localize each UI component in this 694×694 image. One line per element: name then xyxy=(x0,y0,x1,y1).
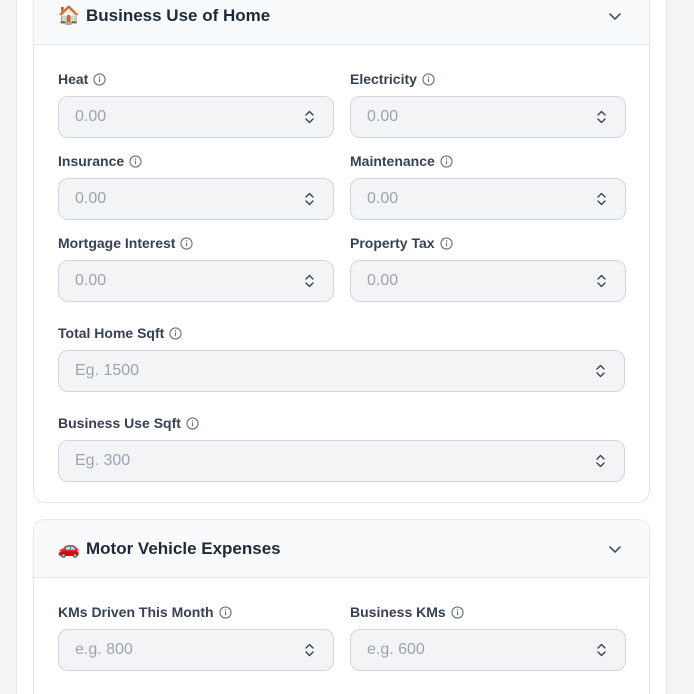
house-icon: 🏠 xyxy=(57,5,81,25)
kms-driven-label: KMs Driven This Month xyxy=(58,603,334,621)
motor-vehicle-expenses-header[interactable]: 🚗 Motor Vehicle Expenses xyxy=(34,520,649,578)
number-stepper-icon[interactable] xyxy=(596,108,607,126)
business-use-sqft-label-text: Business Use Sqft xyxy=(58,415,181,431)
business-kms-label-text: Business KMs xyxy=(350,604,446,620)
chevron-down-icon[interactable] xyxy=(607,8,623,24)
info-icon[interactable] xyxy=(451,605,464,619)
maintenance-input[interactable]: 0.00 xyxy=(350,178,626,220)
business-kms-field: Business KMs e.g. 600 xyxy=(350,603,626,671)
business-kms-placeholder: e.g. 600 xyxy=(367,641,425,658)
number-stepper-icon[interactable] xyxy=(595,362,606,380)
mortgage-interest-field: Mortgage Interest 0.00 xyxy=(58,234,334,302)
info-icon[interactable] xyxy=(186,416,199,430)
property-tax-label-text: Property Tax xyxy=(350,235,435,251)
info-icon[interactable] xyxy=(93,72,106,86)
section-title-text: Business Use of Home xyxy=(86,5,271,25)
maintenance-field: Maintenance 0.00 xyxy=(350,152,626,220)
electricity-label-text: Electricity xyxy=(350,71,417,87)
total-home-sqft-label-text: Total Home Sqft xyxy=(58,325,165,341)
number-stepper-icon[interactable] xyxy=(596,190,607,208)
number-stepper-icon[interactable] xyxy=(304,272,315,290)
total-home-sqft-placeholder: Eg. 1500 xyxy=(75,362,140,379)
kms-driven-input[interactable]: e.g. 800 xyxy=(58,629,334,671)
mortgage-interest-placeholder: 0.00 xyxy=(75,272,107,289)
maintenance-label: Maintenance xyxy=(350,152,626,170)
heat-label-text: Heat xyxy=(58,71,89,87)
heat-placeholder: 0.00 xyxy=(75,108,107,125)
maintenance-label-text: Maintenance xyxy=(350,153,435,169)
number-stepper-icon[interactable] xyxy=(596,272,607,290)
maintenance-placeholder: 0.00 xyxy=(367,190,399,207)
heat-label: Heat xyxy=(58,70,334,88)
business-kms-input[interactable]: e.g. 600 xyxy=(350,629,626,671)
heat-input[interactable]: 0.00 xyxy=(58,96,334,138)
electricity-label: Electricity xyxy=(350,70,626,88)
info-icon[interactable] xyxy=(129,154,142,168)
info-icon[interactable] xyxy=(180,236,194,250)
electricity-field: Electricity 0.00 xyxy=(350,70,626,138)
mortgage-interest-label-text: Mortgage Interest xyxy=(58,235,176,251)
section-title-text: Motor Vehicle Expenses xyxy=(86,538,281,558)
info-icon[interactable] xyxy=(440,154,453,168)
business-kms-label: Business KMs xyxy=(350,603,626,621)
section-title: 🏠 Business Use of Home xyxy=(58,5,270,26)
insurance-label: Insurance xyxy=(58,152,334,170)
motor-vehicle-expenses-section: 🚗 Motor Vehicle Expenses KMs Driven This… xyxy=(33,519,650,694)
property-tax-label: Property Tax xyxy=(350,234,626,252)
kms-driven-label-text: KMs Driven This Month xyxy=(58,604,214,620)
info-icon[interactable] xyxy=(169,326,182,340)
number-stepper-icon[interactable] xyxy=(304,641,315,659)
total-home-sqft-input[interactable]: Eg. 1500 xyxy=(58,350,625,392)
number-stepper-icon[interactable] xyxy=(304,190,315,208)
electricity-input[interactable]: 0.00 xyxy=(350,96,626,138)
kms-driven-placeholder: e.g. 800 xyxy=(75,641,133,658)
mortgage-interest-label: Mortgage Interest xyxy=(58,234,334,252)
business-use-of-home-section: 🏠 Business Use of Home Heat 0.00 Electri… xyxy=(33,0,650,503)
mortgage-interest-input[interactable]: 0.00 xyxy=(58,260,334,302)
info-icon[interactable] xyxy=(439,236,453,250)
electricity-placeholder: 0.00 xyxy=(367,108,399,125)
business-use-sqft-label: Business Use Sqft xyxy=(58,414,625,432)
total-home-sqft-label: Total Home Sqft xyxy=(58,324,625,342)
business-use-sqft-input[interactable]: Eg. 300 xyxy=(58,440,625,482)
property-tax-placeholder: 0.00 xyxy=(367,272,399,289)
insurance-placeholder: 0.00 xyxy=(75,190,107,207)
insurance-input[interactable]: 0.00 xyxy=(58,178,334,220)
business-use-sqft-placeholder: Eg. 300 xyxy=(75,452,131,469)
insurance-field: Insurance 0.00 xyxy=(58,152,334,220)
heat-field: Heat 0.00 xyxy=(58,70,334,138)
business-use-sqft-field: Business Use Sqft Eg. 300 xyxy=(58,414,625,482)
insurance-label-text: Insurance xyxy=(58,153,125,169)
property-tax-input[interactable]: 0.00 xyxy=(350,260,626,302)
number-stepper-icon[interactable] xyxy=(304,108,315,126)
chevron-down-icon[interactable] xyxy=(607,541,623,557)
car-icon: 🚗 xyxy=(57,538,81,558)
kms-driven-field: KMs Driven This Month e.g. 800 xyxy=(58,603,334,671)
number-stepper-icon[interactable] xyxy=(595,452,606,470)
info-icon[interactable] xyxy=(422,72,435,86)
number-stepper-icon[interactable] xyxy=(596,641,607,659)
property-tax-field: Property Tax 0.00 xyxy=(350,234,626,302)
business-use-of-home-header[interactable]: 🏠 Business Use of Home xyxy=(34,0,649,45)
info-icon[interactable] xyxy=(218,605,232,619)
section-title: 🚗 Motor Vehicle Expenses xyxy=(58,538,281,559)
total-home-sqft-field: Total Home Sqft Eg. 1500 xyxy=(58,324,625,392)
